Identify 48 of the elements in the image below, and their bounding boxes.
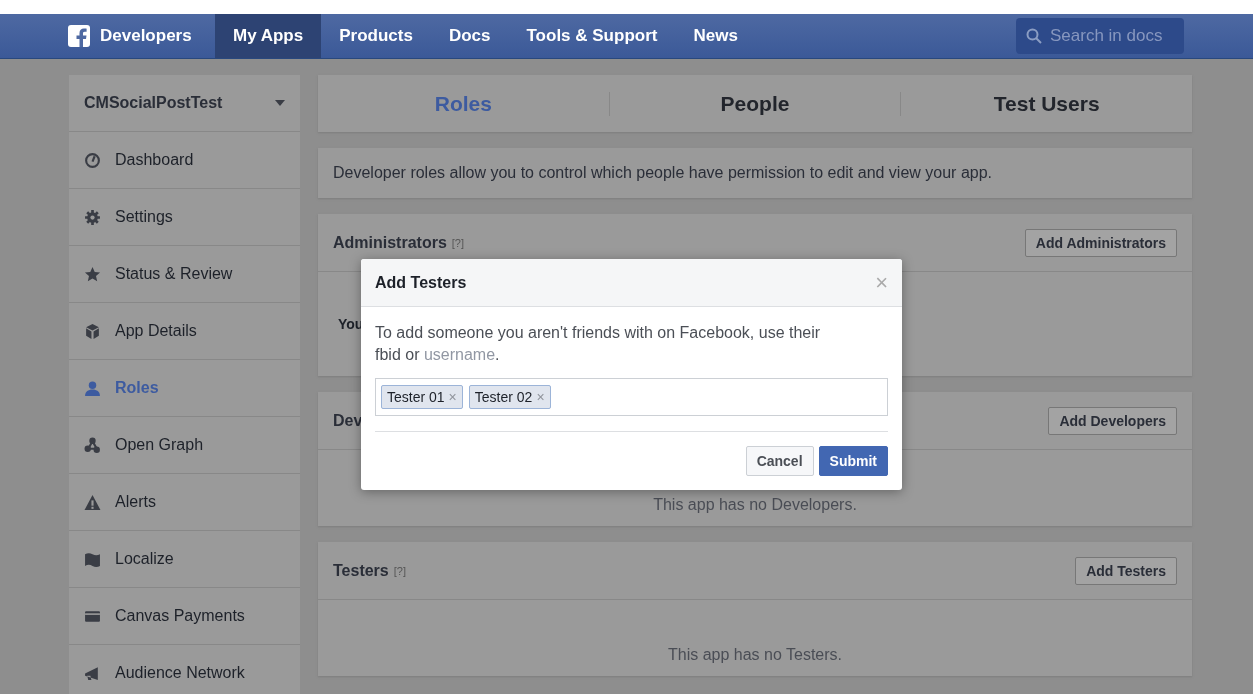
- flag-icon: [84, 550, 101, 568]
- person-icon: [84, 379, 101, 397]
- search-field[interactable]: Search in docs: [1016, 18, 1184, 54]
- nav-tab[interactable]: Products: [321, 14, 431, 58]
- tester-token[interactable]: Tester 02 ×: [468, 385, 551, 409]
- sidebar-item[interactable]: Open Graph: [69, 417, 300, 474]
- sidebar-item[interactable]: Canvas Payments: [69, 588, 300, 645]
- sidebar-item[interactable]: Dashboard: [69, 132, 300, 189]
- nav-tab[interactable]: My Apps: [215, 14, 322, 58]
- sidebar-item[interactable]: Alerts: [69, 474, 300, 531]
- username-link[interactable]: username: [423, 346, 496, 363]
- star-icon: [84, 265, 101, 283]
- search-icon: [1026, 28, 1042, 44]
- sidebar-item[interactable]: Audience Network: [69, 645, 300, 694]
- nav-tab[interactable]: Docs: [430, 14, 509, 58]
- tab[interactable]: People: [609, 91, 902, 116]
- dialog-text: To add someone you aren't friends with on Facebook, use their fbid or username.: [374, 323, 822, 365]
- add-button[interactable]: Add Developers: [1048, 406, 1177, 435]
- sidebar-item[interactable]: Localize: [69, 531, 300, 588]
- app-selector[interactable]: CMSocialPostTest: [69, 75, 300, 132]
- empty-message: This app has no Developers.: [653, 496, 857, 514]
- nav-tab[interactable]: News: [675, 14, 756, 58]
- dialog-title: Add Testers: [375, 273, 467, 292]
- empty-message: This app has no Testers.: [668, 646, 842, 664]
- tester-token[interactable]: Tester 01 ×: [381, 385, 463, 409]
- sidebar-item[interactable]: Status & Review: [69, 246, 300, 303]
- cancel-button[interactable]: Cancel: [745, 446, 814, 476]
- warning-icon: [84, 493, 101, 511]
- testers-input-field[interactable]: Tester 01 × Tester 02 ×: [375, 378, 888, 416]
- sidebar-item[interactable]: Settings: [69, 189, 300, 246]
- add-button[interactable]: Add Testers: [1075, 556, 1177, 585]
- caret-icon: [275, 100, 285, 106]
- nav-tab[interactable]: Tools & Support: [508, 14, 676, 58]
- dashboard-icon: [84, 151, 101, 169]
- section-title: Administrators: [333, 233, 447, 252]
- developers-link[interactable]: Developers: [68, 14, 215, 58]
- section-title: Testers: [333, 561, 389, 580]
- cube-icon: [84, 322, 101, 340]
- submit-button[interactable]: Submit: [818, 446, 888, 476]
- sidebar-item[interactable]: App Details: [69, 303, 300, 360]
- gear-icon: [84, 208, 101, 226]
- section-title: Dev: [333, 411, 363, 430]
- graph-icon: [84, 436, 101, 454]
- facebook-logo-icon: [68, 25, 90, 47]
- description-text: Developer roles allow you to control which people have permission to edit and view your app.: [318, 148, 1192, 198]
- add-button[interactable]: Add Administrators: [1024, 228, 1177, 257]
- tab[interactable]: Test Users: [901, 91, 1192, 116]
- megaphone-icon: [84, 664, 101, 682]
